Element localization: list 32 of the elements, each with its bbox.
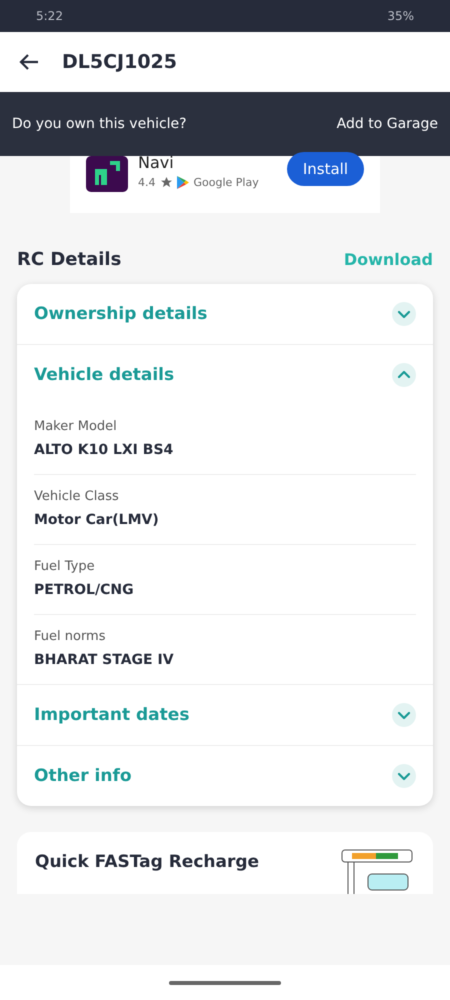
accordion-header[interactable]: Important dates	[34, 705, 190, 725]
promo-title: Quick FASTag Recharge	[35, 852, 260, 872]
install-button[interactable]: Install	[286, 152, 364, 186]
download-link[interactable]: Download	[344, 250, 433, 269]
battery-level: 35%	[387, 9, 414, 23]
app-name: Navi	[138, 154, 175, 172]
field-label: Vehicle Class	[34, 489, 120, 504]
field-value: ALTO K10 LXI BS4	[34, 442, 174, 458]
star-icon	[160, 177, 172, 188]
chevron-icon[interactable]	[392, 764, 416, 788]
section-heading: RC Details	[17, 249, 122, 270]
app-rating: 4.4	[138, 176, 156, 189]
chevron-icon[interactable]	[392, 703, 416, 727]
ownership-question: Do you own this vehicle?	[12, 116, 187, 132]
field-label: Maker Model	[34, 419, 118, 434]
field-value: Motor Car(LMV)	[34, 512, 160, 528]
field-value: PETROL/CNG	[34, 582, 135, 598]
app-icon	[86, 156, 128, 192]
chevron-icon[interactable]	[392, 302, 416, 326]
chevron-icon[interactable]	[392, 363, 416, 387]
accordion-header[interactable]: Other info	[34, 766, 132, 786]
accordion-header[interactable]: Vehicle details	[34, 365, 174, 385]
status-time: 5:22	[36, 9, 63, 23]
play-store-icon	[176, 176, 188, 189]
home-indicator[interactable]	[169, 980, 281, 984]
field-label: Fuel Type	[34, 559, 96, 574]
add-to-garage-link[interactable]: Add to Garage	[336, 116, 438, 132]
accordion-header[interactable]: Ownership details	[34, 304, 208, 324]
field-label: Fuel norms	[34, 629, 106, 644]
page-title: DL5CJ1025	[62, 51, 177, 73]
field-value: BHARAT STAGE IV	[34, 652, 175, 668]
store-name: Google Play	[194, 176, 259, 189]
